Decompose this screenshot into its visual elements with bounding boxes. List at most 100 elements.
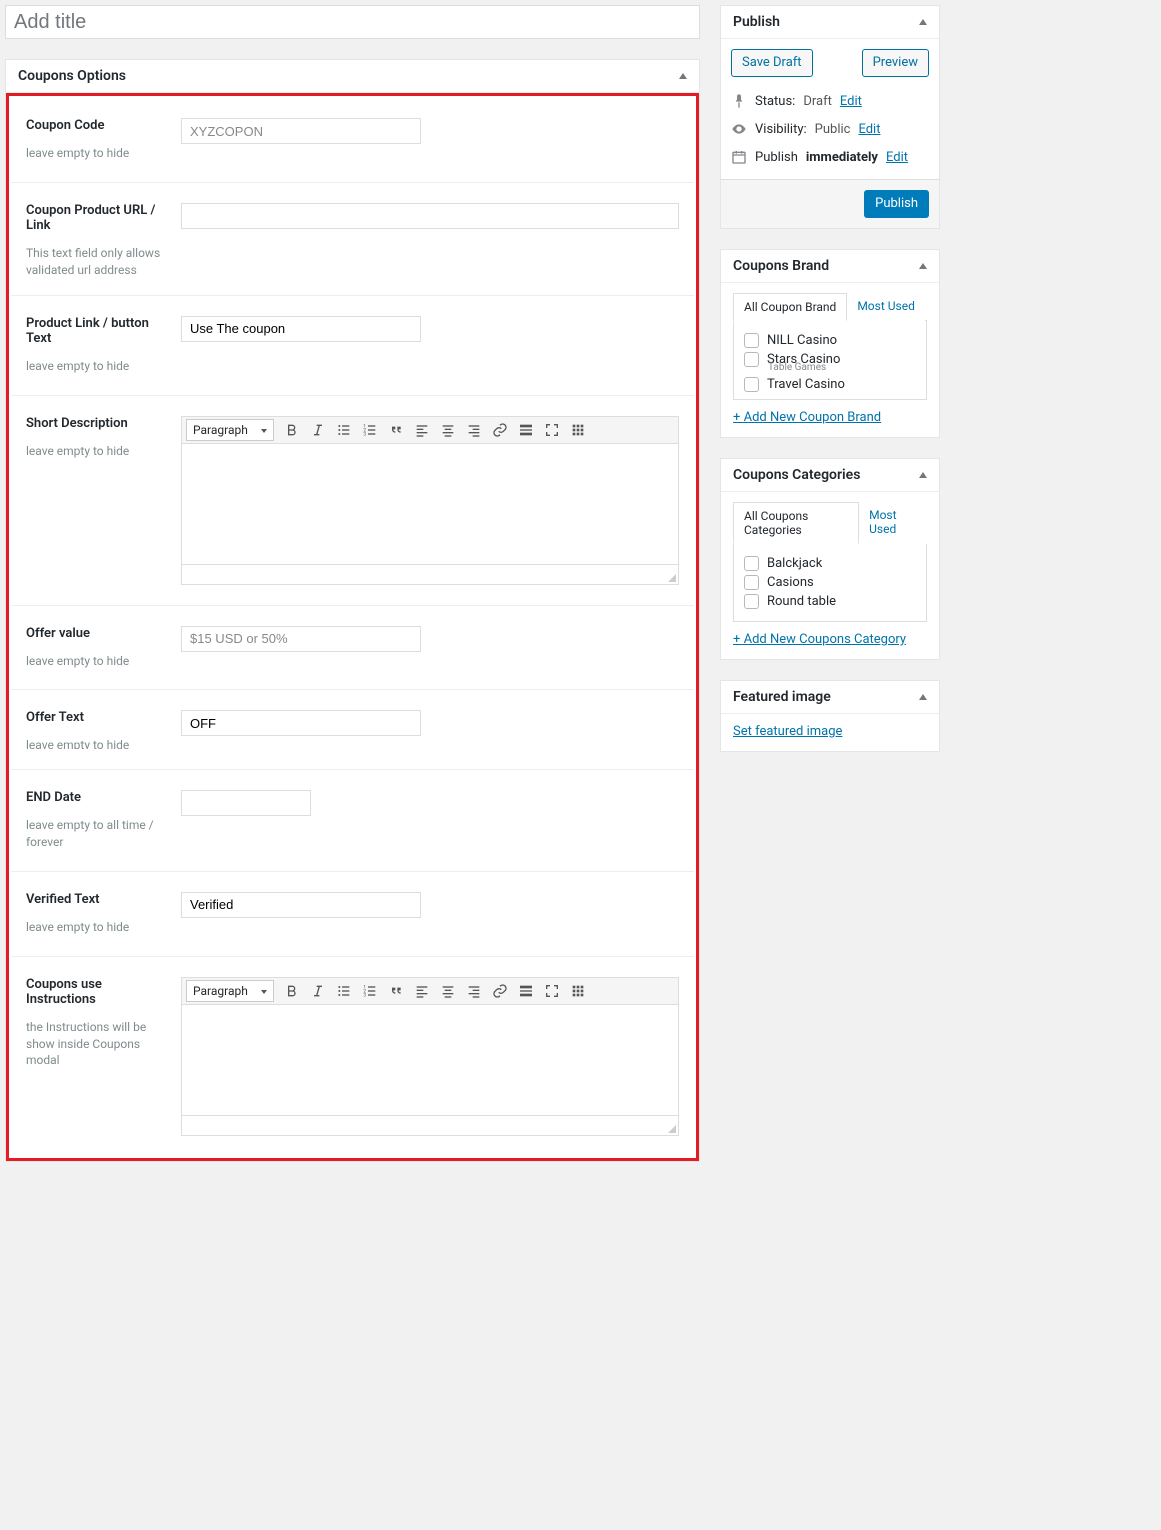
link-icon[interactable] [492, 422, 508, 438]
brand-title: Coupons Brand [733, 258, 829, 274]
status-value: Draft [803, 94, 832, 109]
coupon-code-input[interactable] [181, 118, 421, 144]
checkbox-icon[interactable] [744, 594, 759, 609]
post-title-input[interactable] [5, 5, 700, 39]
label-offer-value: Offer value [26, 626, 171, 641]
hint-offer-text: leave empty to hide [26, 737, 171, 749]
checkbox-icon[interactable] [744, 352, 759, 367]
align-right-icon[interactable] [466, 983, 482, 999]
bullet-list-icon[interactable] [336, 983, 352, 999]
hint-end-date: leave empty to all time / forever [26, 817, 171, 851]
coupons-options-panel: Coupons Options Coupon Code leave empty … [5, 59, 700, 1162]
row-coupon-code: Coupon Code leave empty to hide [11, 98, 694, 183]
tab-most-used-categories[interactable]: Most Used [859, 502, 927, 544]
add-new-brand-link[interactable]: + Add New Coupon Brand [733, 410, 881, 425]
align-center-icon[interactable] [440, 983, 456, 999]
end-date-input[interactable] [181, 790, 311, 816]
checkbox-icon[interactable] [744, 575, 759, 590]
publish-button[interactable]: Publish [864, 190, 929, 218]
align-left-icon[interactable] [414, 983, 430, 999]
calendar-icon [731, 149, 747, 165]
add-new-category-link[interactable]: + Add New Coupons Category [733, 632, 906, 647]
offer-text-input[interactable] [181, 710, 421, 736]
brand-header[interactable]: Coupons Brand [721, 250, 939, 283]
fullscreen-icon[interactable] [544, 422, 560, 438]
collapse-icon [919, 19, 927, 25]
offer-value-input[interactable] [181, 626, 421, 652]
read-more-icon[interactable] [518, 983, 534, 999]
checkbox-icon[interactable] [744, 377, 759, 392]
editor-format-select-2[interactable]: Paragraph [186, 980, 274, 1002]
category-item[interactable]: Casions [744, 573, 916, 592]
publish-title: Publish [733, 14, 780, 30]
instructions-textarea[interactable] [182, 1005, 678, 1115]
read-more-icon[interactable] [518, 422, 534, 438]
categories-list: Balckjack Casions Round table [733, 543, 927, 622]
resize-handle-icon[interactable] [668, 574, 676, 582]
italic-icon[interactable] [310, 983, 326, 999]
label-coupon-code: Coupon Code [26, 118, 171, 133]
brand-item[interactable]: NILL Casino [744, 331, 916, 350]
button-text-input[interactable] [181, 316, 421, 342]
align-right-icon[interactable] [466, 422, 482, 438]
align-left-icon[interactable] [414, 422, 430, 438]
row-end-date: END Date leave empty to all time / forev… [11, 770, 694, 872]
coupons-options-header[interactable]: Coupons Options [6, 60, 699, 93]
toolbar-toggle-icon[interactable] [570, 983, 586, 999]
editor-toolbar: Paragraph 123 [182, 417, 678, 444]
blockquote-icon[interactable] [388, 422, 404, 438]
italic-icon[interactable] [310, 422, 326, 438]
edit-status-link[interactable]: Edit [840, 94, 862, 109]
visibility-value: Public [815, 122, 851, 137]
checkbox-icon[interactable] [744, 333, 759, 348]
bullet-list-icon[interactable] [336, 422, 352, 438]
status-row: Status: Draft Edit [731, 87, 929, 115]
link-icon[interactable] [492, 983, 508, 999]
edit-schedule-link[interactable]: Edit [886, 150, 908, 165]
category-item[interactable]: Round table [744, 592, 916, 611]
align-center-icon[interactable] [440, 422, 456, 438]
label-verified-text: Verified Text [26, 892, 171, 907]
tab-all-categories[interactable]: All Coupons Categories [733, 502, 859, 544]
categories-header[interactable]: Coupons Categories [721, 459, 939, 492]
collapse-icon [919, 472, 927, 478]
numbered-list-icon[interactable]: 123 [362, 983, 378, 999]
row-product-url: Coupon Product URL / Link This text fiel… [11, 183, 694, 296]
numbered-list-icon[interactable]: 123 [362, 422, 378, 438]
hint-coupon-code: leave empty to hide [26, 145, 171, 162]
visibility-label: Visibility: [755, 122, 807, 137]
edit-visibility-link[interactable]: Edit [858, 122, 880, 137]
hint-short-desc: leave empty to hide [26, 443, 171, 460]
checkbox-icon[interactable] [744, 556, 759, 571]
categories-title: Coupons Categories [733, 467, 860, 483]
row-offer-value: Offer value leave empty to hide [11, 606, 694, 691]
categories-panel: Coupons Categories All Coupons Categorie… [720, 458, 940, 660]
product-url-input[interactable] [181, 203, 679, 229]
tab-most-used-brands[interactable]: Most Used [847, 293, 925, 321]
save-draft-button[interactable]: Save Draft [731, 49, 813, 77]
bold-icon[interactable] [284, 983, 300, 999]
preview-button[interactable]: Preview [862, 49, 929, 77]
category-item[interactable]: Balckjack [744, 554, 916, 573]
set-featured-image-link[interactable]: Set featured image [733, 724, 842, 739]
label-button-text: Product Link / button Text [26, 316, 171, 346]
publish-header[interactable]: Publish [721, 6, 939, 39]
label-short-desc: Short Description [26, 416, 171, 431]
fullscreen-icon[interactable] [544, 983, 560, 999]
editor-format-select[interactable]: Paragraph [186, 419, 274, 441]
verified-text-input[interactable] [181, 892, 421, 918]
tab-all-brands[interactable]: All Coupon Brand [733, 293, 847, 321]
toolbar-toggle-icon[interactable] [570, 422, 586, 438]
short-desc-textarea[interactable] [182, 444, 678, 564]
schedule-label: Publish [755, 150, 798, 165]
blockquote-icon[interactable] [388, 983, 404, 999]
row-offer-text: Offer Text leave empty to hide [11, 690, 694, 770]
brand-item[interactable]: Travel Casino [744, 375, 916, 394]
schedule-row: Publish immediately Edit [731, 143, 929, 171]
bold-icon[interactable] [284, 422, 300, 438]
svg-text:3: 3 [363, 431, 366, 437]
featured-image-header[interactable]: Featured image [721, 681, 939, 714]
hint-verified-text: leave empty to hide [26, 919, 171, 936]
eye-icon [731, 121, 747, 137]
resize-handle-icon[interactable] [668, 1125, 676, 1133]
